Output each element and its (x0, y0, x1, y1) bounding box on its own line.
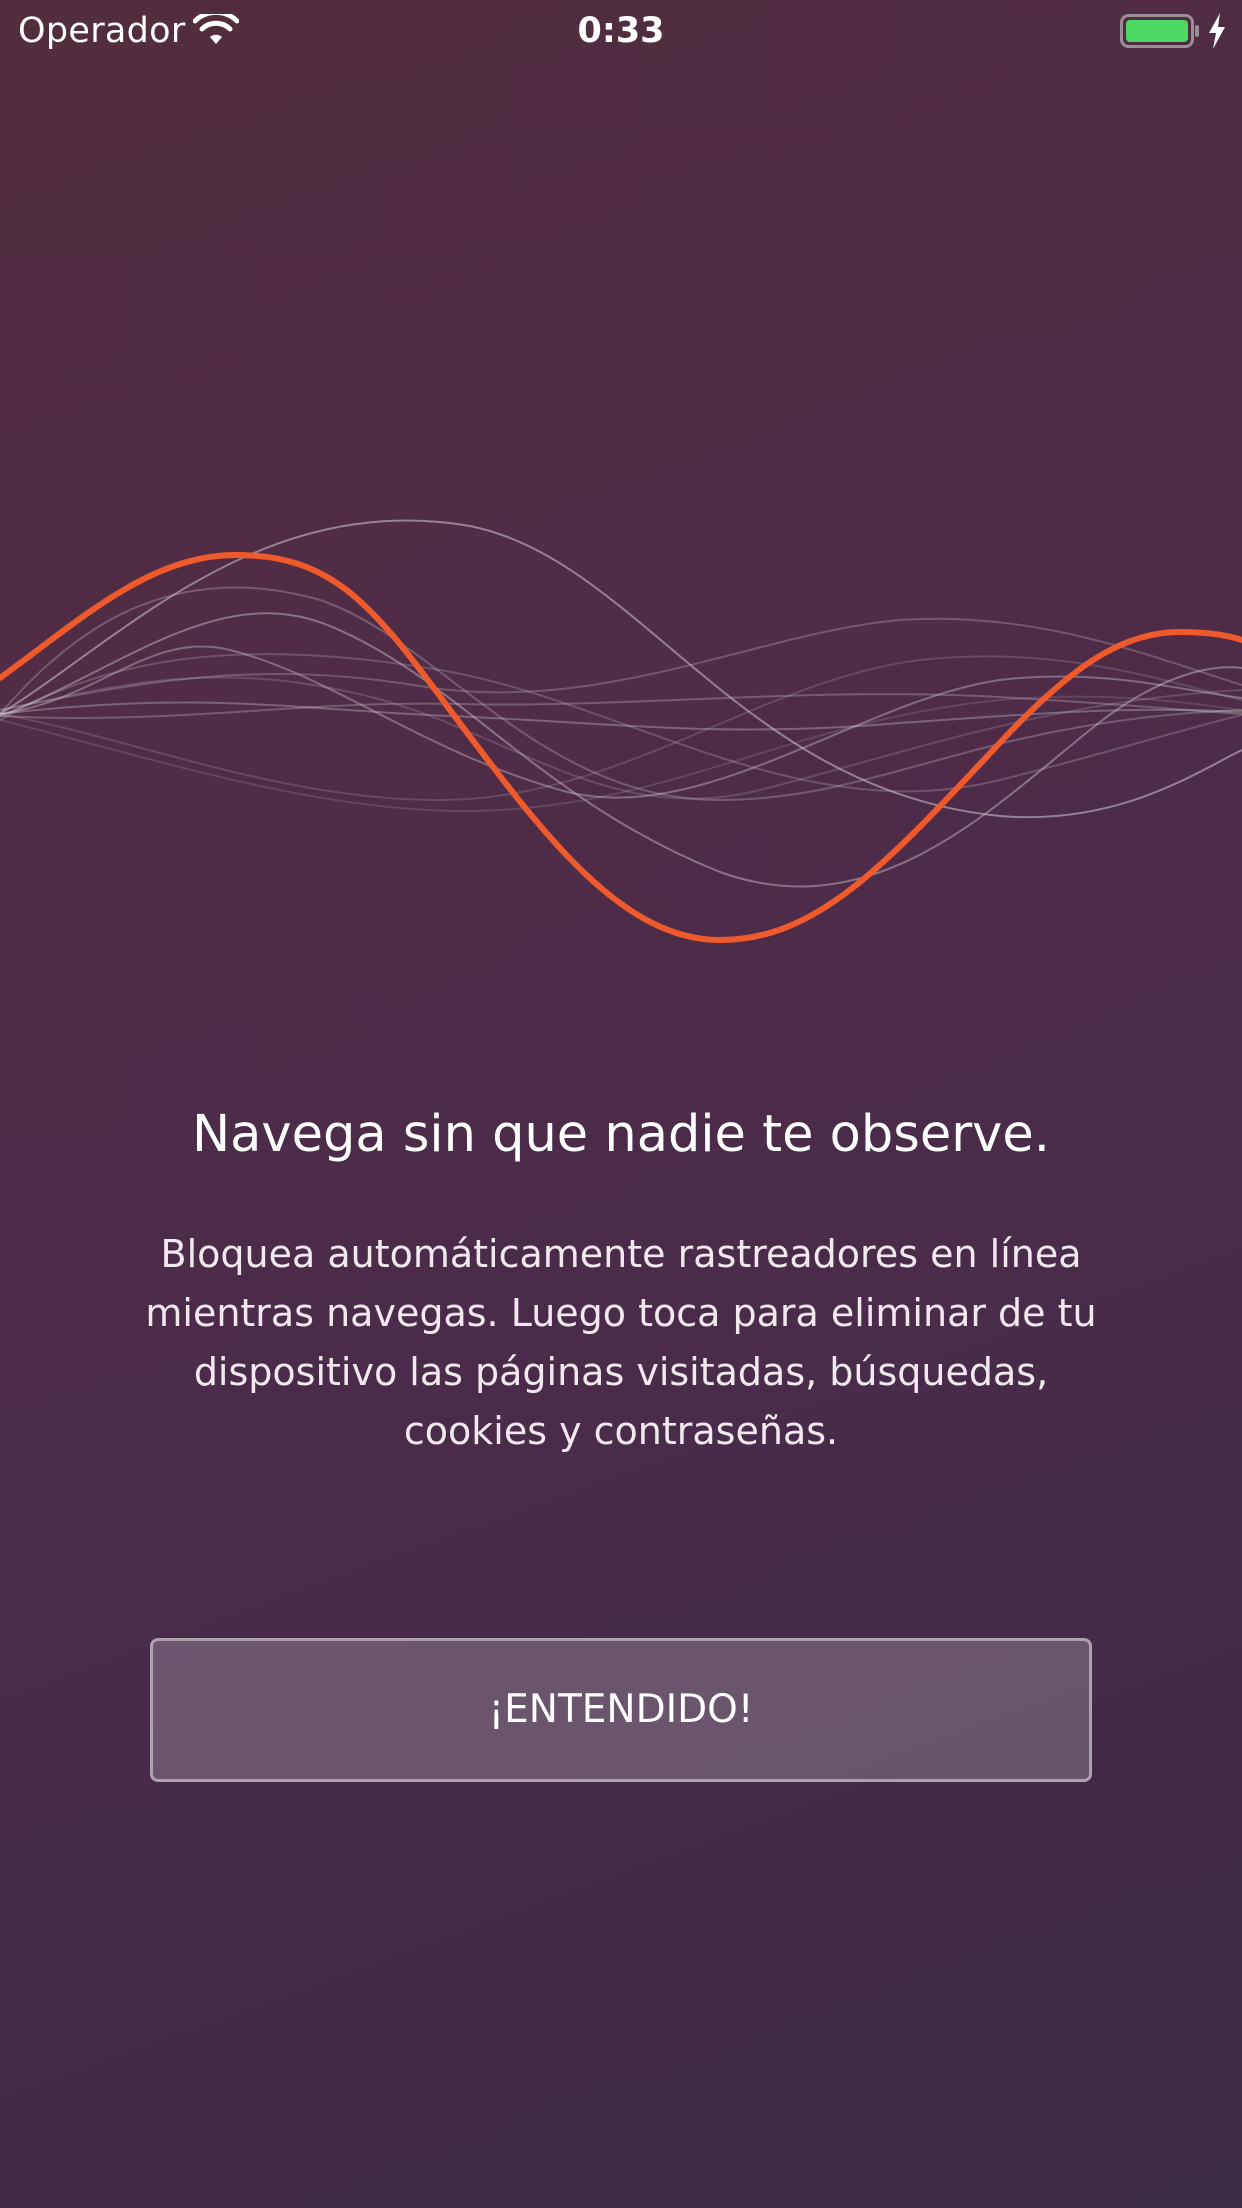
charging-bolt-icon (1209, 13, 1225, 49)
sound-wave-illustration (0, 519, 1242, 944)
got-it-button[interactable]: ¡ENTENDIDO! (150, 1638, 1092, 1782)
onboarding-title: Navega sin que nadie te observe. (192, 1105, 1050, 1164)
wave-line-faint-3 (0, 676, 1242, 800)
wave-line-gray-2 (0, 612, 1242, 888)
wave-line-accent (0, 551, 1242, 944)
wave-line-gray-4 (0, 701, 1242, 731)
wave-line-faint-2 (0, 653, 1242, 793)
status-time: 0:33 (577, 11, 665, 51)
status-bar: Operador 0:33 (0, 0, 1242, 62)
battery-full-icon (1120, 14, 1199, 48)
onboarding-description: Bloquea automáticamente rastreadores en … (145, 1232, 1097, 1453)
